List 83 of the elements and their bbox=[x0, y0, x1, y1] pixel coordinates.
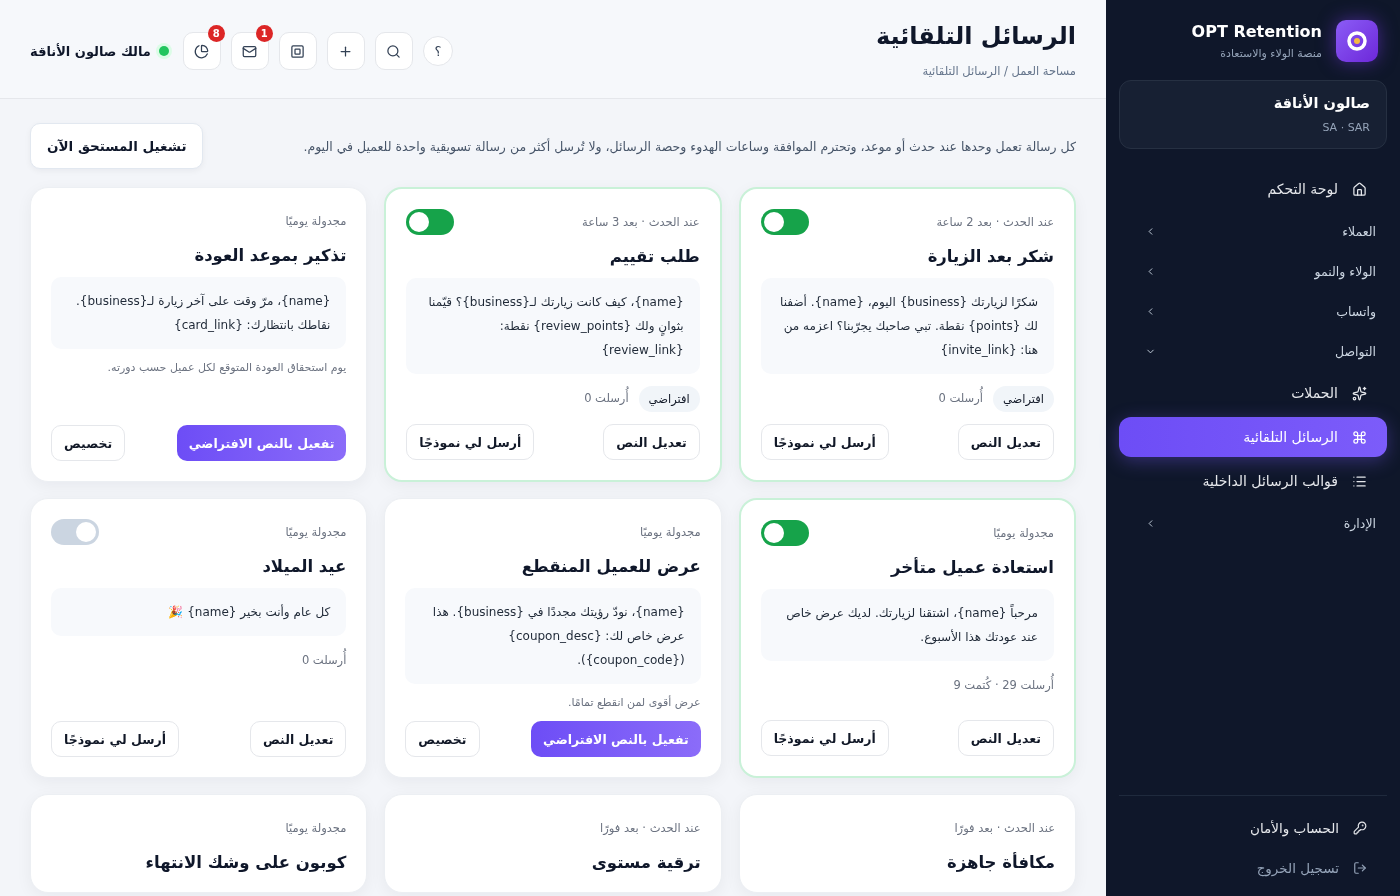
logout-icon bbox=[1353, 861, 1367, 875]
toggle-switch[interactable] bbox=[760, 520, 809, 546]
run-now-button[interactable]: تشغيل المستحق الآن bbox=[30, 123, 204, 169]
send-stats: أُرسلت 0 bbox=[301, 648, 347, 674]
card-button[interactable]: أرسل لي نموذجًا bbox=[760, 424, 889, 460]
card-title: طلب تقييم bbox=[608, 247, 700, 266]
card-button[interactable]: تعديل النص bbox=[250, 721, 347, 757]
send-stats: أُرسلت 0 bbox=[938, 386, 983, 412]
list-icon bbox=[1352, 473, 1367, 489]
card-button[interactable]: تعديل النص bbox=[603, 424, 700, 460]
command-icon bbox=[1352, 429, 1367, 445]
card-button[interactable]: تخصيص bbox=[51, 425, 126, 461]
card-button[interactable]: تعديل النص bbox=[957, 720, 1054, 756]
chart-icon bbox=[194, 43, 210, 59]
business-region: SA · SAR bbox=[1321, 121, 1370, 134]
nav-group[interactable]: الولاء والنمو bbox=[1119, 253, 1387, 289]
nav-item[interactable]: الرسائل التلقائية bbox=[1119, 417, 1387, 457]
card-title: كوبون على وشك الانتهاء bbox=[144, 853, 347, 872]
trigger-label: عند الحدث · بعد فورًا bbox=[954, 821, 1055, 835]
nav-item[interactable]: قوالب الرسائل الداخلية bbox=[1119, 461, 1387, 501]
search-button[interactable] bbox=[374, 32, 413, 70]
card-button[interactable]: تخصيص bbox=[405, 721, 480, 757]
trigger-label: مجدولة يوميًا bbox=[993, 526, 1054, 540]
send-stats: أُرسلت 29 · كُتمت 9 bbox=[953, 673, 1054, 699]
toggle-switch[interactable] bbox=[760, 209, 809, 235]
card-title: استعادة عميل متأخر bbox=[889, 558, 1054, 577]
card-title: ترقية مستوى bbox=[590, 853, 701, 872]
trigger-label: عند الحدث · بعد 2 ساعة bbox=[936, 215, 1054, 229]
sparkle-icon bbox=[1352, 385, 1367, 401]
trigger-label: مجدولة يوميًا bbox=[285, 821, 347, 835]
card-title: تذكير بموعد العودة bbox=[193, 246, 347, 265]
activate-button[interactable]: تفعيل بالنص الافتراضي bbox=[176, 425, 347, 461]
schedule-note: عرض أقوى لمن انقطع تمامًا. bbox=[567, 696, 701, 709]
search-icon bbox=[386, 43, 402, 59]
trigger-label: مجدولة يوميًا bbox=[639, 525, 701, 539]
brand-name: OPT Retention bbox=[1191, 22, 1322, 41]
message-preview: مرحباً {name}، اشتقنا لزيارتك. لديك عرض خاص عند عودتك هذا الأسبوع. bbox=[760, 589, 1054, 661]
page-title: الرسائل التلقائية bbox=[875, 22, 1076, 50]
logo-icon bbox=[1336, 20, 1378, 62]
trigger-label: مجدولة يوميًا bbox=[285, 214, 347, 228]
user-name[interactable]: مالك صالون الأناقة bbox=[30, 43, 151, 59]
toggle-switch[interactable] bbox=[51, 519, 99, 545]
message-preview: كل عام وأنت بخير {name} 🎉 bbox=[51, 588, 347, 636]
card-button[interactable]: أرسل لي نموذجًا bbox=[406, 424, 535, 460]
nav-item[interactable]: الحملات bbox=[1119, 373, 1387, 413]
brand-tagline: منصة الولاء والاستعادة bbox=[1219, 47, 1322, 60]
message-preview: {name}، نودّ رؤيتك مجددًا في {business}. هذا عرض خاص لك: {coupon_desc} ({coupon_code}). bbox=[405, 588, 701, 684]
home-icon bbox=[1352, 181, 1367, 197]
card-button[interactable]: أرسل لي نموذجًا bbox=[51, 721, 179, 757]
key-icon bbox=[1353, 821, 1367, 835]
card-title: عيد الميلاد bbox=[261, 557, 347, 576]
card-button[interactable]: تعديل النص bbox=[957, 424, 1054, 460]
breadcrumb: مساحة العمل / الرسائل التلقائية bbox=[921, 64, 1076, 78]
toggle-switch[interactable] bbox=[406, 209, 455, 235]
send-stats: أُرسلت 0 bbox=[584, 386, 629, 412]
message-preview: {name}، مرّ وقت على آخر زيارة لـ{business}. نقاطك بانتظارك: {card_link} bbox=[51, 277, 347, 349]
trigger-label: عند الحدث · بعد 3 ساعة bbox=[582, 215, 700, 229]
plus-icon bbox=[338, 43, 354, 59]
message-preview: {name}، كيف كانت زيارتك لـ{business}؟ قيّمنا بثوانٍ ولك {review_points} نقطة: {review_link} bbox=[406, 278, 700, 374]
stop-button[interactable] bbox=[278, 32, 317, 70]
card-title: عرض للعميل المنقطع bbox=[520, 557, 701, 576]
footer-link[interactable]: تسجيل الخروج bbox=[1119, 850, 1387, 886]
message-preview: شكرًا لزيارتك {business} اليوم، {name}. أضفنا لك {points} نقطة. تبي صاحبك يجرّبنا؟ اعزمه من هنا: {invite_link} bbox=[760, 278, 1054, 374]
trigger-label: مجدولة يوميًا bbox=[285, 525, 347, 539]
card-title: مكافأة جاهزة bbox=[945, 853, 1055, 872]
nav-item[interactable]: لوحة التحكم bbox=[1119, 169, 1387, 209]
card-title: شكر بعد الزيارة bbox=[926, 247, 1054, 266]
intro-text: كل رسالة تعمل وحدها عند حدث أو موعد، وتحترم الموافقة وساعات الهدوء وحصة الرسائل، ولا تُرسل أكثر من رسالة تسويقية واحدة للعميل في اليوم. bbox=[303, 138, 1076, 154]
card-button[interactable]: أرسل لي نموذجًا bbox=[760, 720, 889, 756]
mail-icon bbox=[242, 43, 258, 59]
nav-group[interactable]: التواصل bbox=[1119, 333, 1387, 369]
help-button[interactable]: ؟ bbox=[422, 36, 453, 66]
activate-button[interactable]: تفعيل بالنص الافتراضي bbox=[531, 721, 701, 757]
default-badge: افتراضي bbox=[638, 386, 700, 412]
nav-group[interactable]: واتساب bbox=[1119, 293, 1387, 329]
schedule-note: يوم استحقاق العودة المتوقع لكل عميل حسب دورته. bbox=[106, 361, 347, 374]
nav-group[interactable]: الإدارة bbox=[1119, 505, 1387, 541]
stop-icon bbox=[290, 43, 306, 59]
default-badge: افتراضي bbox=[992, 386, 1054, 412]
trigger-label: عند الحدث · بعد فورًا bbox=[600, 821, 701, 835]
business-name: صالون الأناقة bbox=[1272, 95, 1370, 111]
nav-group[interactable]: العملاء bbox=[1119, 213, 1387, 249]
footer-link[interactable]: الحساب والأمان bbox=[1119, 810, 1387, 846]
